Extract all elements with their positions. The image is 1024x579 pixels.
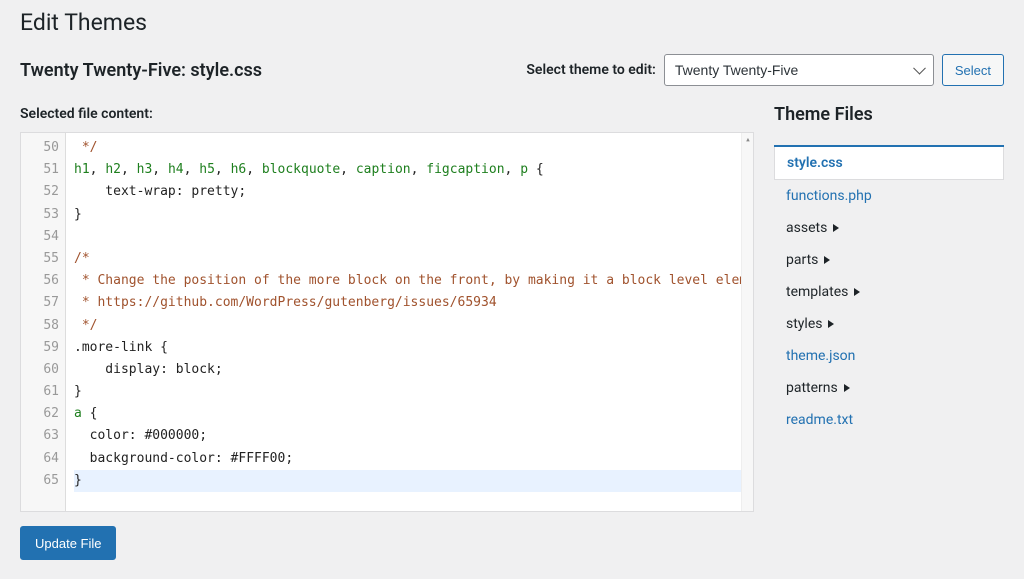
subheader-row: Twenty Twenty-Five: style.css Select the… [20,54,1004,86]
folder-label: patterns [786,380,838,396]
code-line[interactable]: display: block; [74,359,753,381]
code-line[interactable]: h1, h2, h3, h4, h5, h6, blockquote, capt… [74,159,753,181]
line-number: 59 [21,337,59,359]
folder-label: assets [786,220,827,236]
code-line[interactable]: } [74,204,753,226]
folder-item-styles[interactable]: styles [774,308,1004,340]
code-line[interactable] [74,226,753,248]
folder-item-patterns[interactable]: patterns [774,372,1004,404]
code-lines[interactable]: */h1, h2, h3, h4, h5, h6, blockquote, ca… [66,133,753,511]
line-number: 58 [21,315,59,337]
line-number: 64 [21,448,59,470]
code-line[interactable]: color: #000000; [74,425,753,447]
folder-label: templates [786,284,848,300]
code-line[interactable]: */ [74,137,753,159]
folder-item-templates[interactable]: templates [774,276,1004,308]
file-label: theme.json [786,348,855,364]
line-number: 57 [21,292,59,314]
file-label: functions.php [786,188,872,204]
line-number: 53 [21,204,59,226]
chevron-right-icon [844,384,850,392]
code-line[interactable]: text-wrap: pretty; [74,181,753,203]
editor-scrollbar[interactable]: ▴ [741,133,753,511]
code-line[interactable]: } [74,470,753,492]
theme-select-label: Select theme to edit: [526,62,655,78]
code-line[interactable]: * https://github.com/WordPress/gutenberg… [74,292,753,314]
theme-files-heading: Theme Files [774,104,1004,125]
select-theme-button[interactable]: Select [942,54,1004,86]
code-line[interactable]: */ [74,315,753,337]
file-item-readme-txt[interactable]: readme.txt [774,404,1004,436]
folder-item-assets[interactable]: assets [774,212,1004,244]
code-line[interactable]: background-color: #FFFF00; [74,448,753,470]
line-number: 56 [21,270,59,292]
line-number: 60 [21,359,59,381]
file-item-style-css[interactable]: style.css [774,147,1004,180]
chevron-right-icon [833,224,839,232]
selected-file-label: Selected file content: [20,106,754,122]
line-number: 65 [21,470,59,492]
page-title: Edit Themes [20,0,1004,40]
line-number: 52 [21,181,59,203]
file-item-theme-json[interactable]: theme.json [774,340,1004,372]
code-editor[interactable]: 50515253545556575859606162636465 */h1, h… [20,132,754,512]
code-line[interactable]: } [74,381,753,403]
file-item-functions-php[interactable]: functions.php [774,180,1004,212]
folder-label: parts [786,252,818,268]
line-number: 54 [21,226,59,248]
theme-select[interactable]: Twenty Twenty-Five [664,54,934,86]
line-number-gutter: 50515253545556575859606162636465 [21,133,66,511]
code-line[interactable]: * Change the position of the more block … [74,270,753,292]
scroll-up-icon[interactable]: ▴ [742,133,754,147]
code-line[interactable]: /* [74,248,753,270]
line-number: 63 [21,425,59,447]
line-number: 62 [21,403,59,425]
chevron-right-icon [854,288,860,296]
chevron-right-icon [824,256,830,264]
theme-picker: Select theme to edit: Twenty Twenty-Five… [526,54,1004,86]
code-line[interactable]: .more-link { [74,337,753,359]
line-number: 50 [21,137,59,159]
chevron-right-icon [828,320,834,328]
folder-item-parts[interactable]: parts [774,244,1004,276]
code-line[interactable]: a { [74,403,753,425]
update-file-button[interactable]: Update File [20,526,116,560]
current-file-heading: Twenty Twenty-Five: style.css [20,60,262,81]
folder-label: styles [786,316,822,332]
file-label: style.css [787,155,843,171]
theme-file-tree: style.css functions.php assets parts templat… [774,145,1004,436]
line-number: 55 [21,248,59,270]
line-number: 51 [21,159,59,181]
line-number: 61 [21,381,59,403]
file-label: readme.txt [786,412,853,428]
